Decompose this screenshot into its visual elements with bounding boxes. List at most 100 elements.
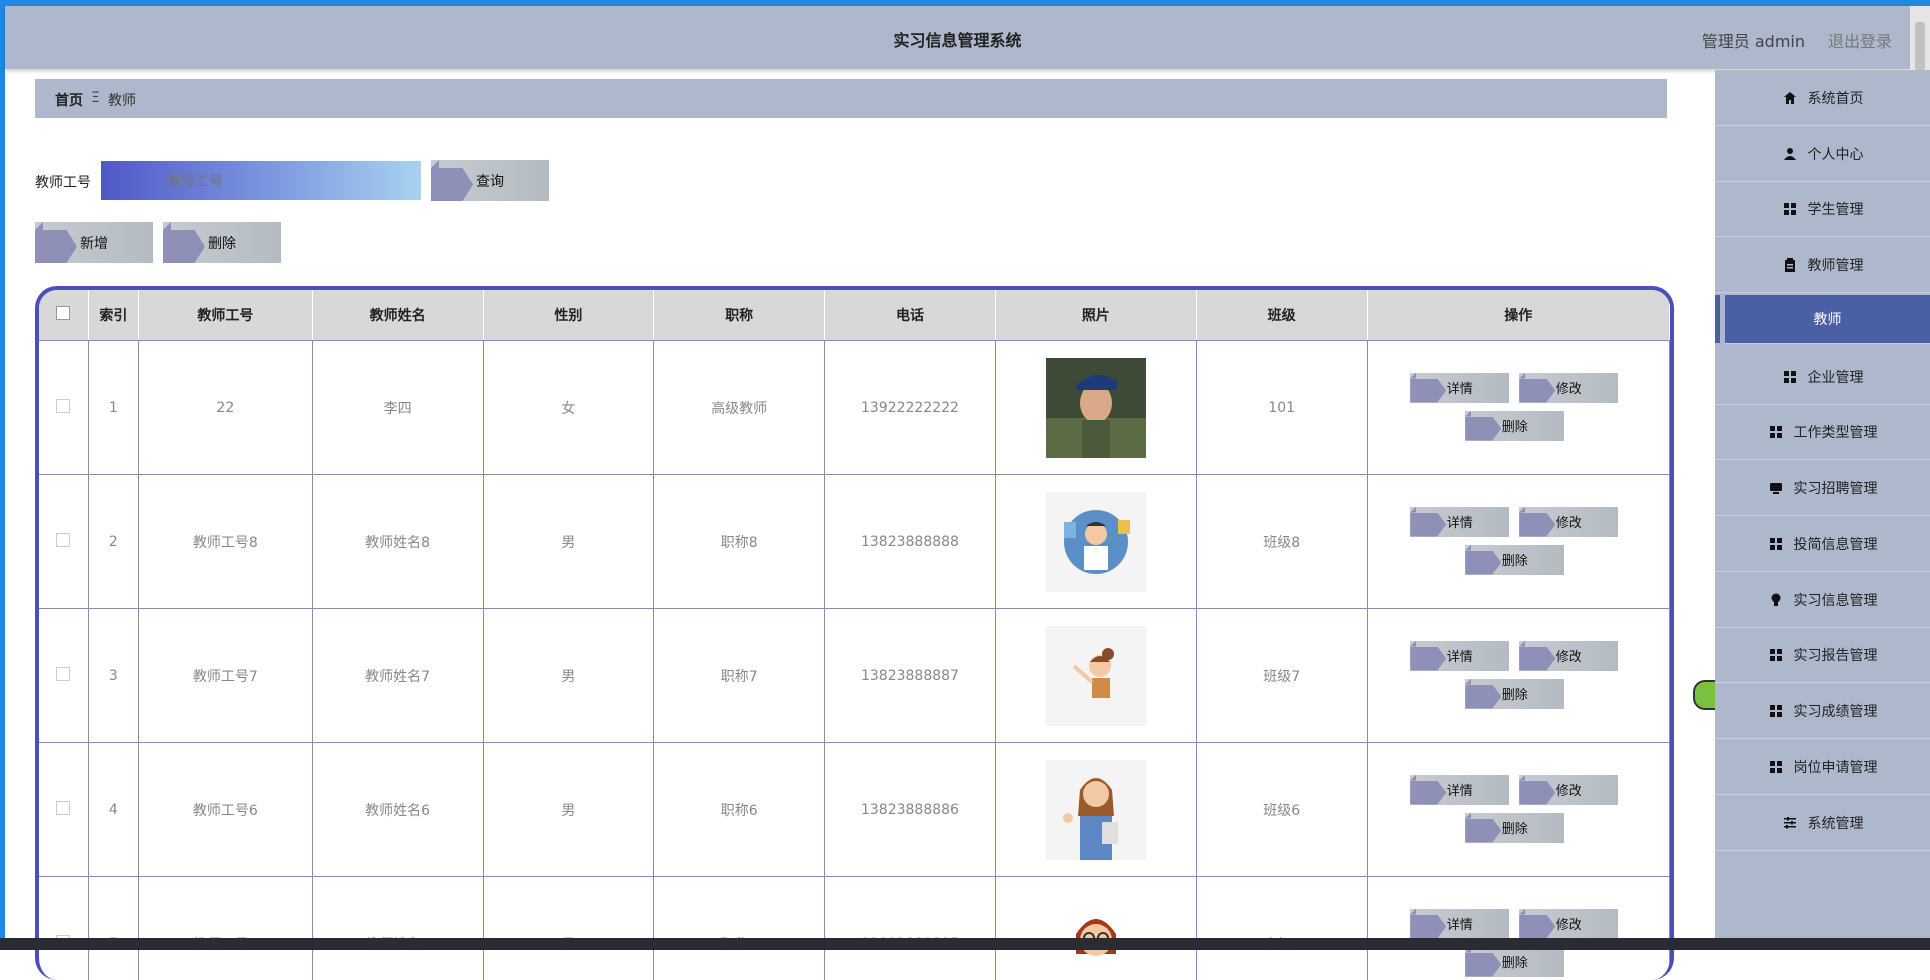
home-icon xyxy=(1782,90,1798,106)
sidebar-item-5[interactable]: 企业管理 xyxy=(1715,349,1930,405)
cell-teacher-name: 教师姓名6 xyxy=(312,743,483,877)
table-header-row: 索引 教师工号 教师姓名 性别 职称 电话 照片 班级 操作 xyxy=(39,290,1670,341)
sidebar-item-4[interactable]: 教师 xyxy=(1725,295,1930,344)
edit-button[interactable]: 修改 xyxy=(1519,775,1618,805)
select-all-checkbox-cell[interactable] xyxy=(39,290,88,341)
cell-class: 101 xyxy=(1196,341,1367,475)
sidebar-item-label: 投简信息管理 xyxy=(1794,534,1878,554)
teacher-photo-teacher-pointing xyxy=(1046,626,1146,726)
logout-link[interactable]: 退出登录 xyxy=(1828,28,1892,52)
grid-icon xyxy=(1768,703,1784,719)
breadcrumb-home[interactable]: 首页 xyxy=(55,90,83,110)
sidebar-item-9[interactable]: 实习信息管理 xyxy=(1715,572,1930,628)
cell-phone: 13823888886 xyxy=(825,743,996,877)
add-button[interactable]: 新增 xyxy=(35,222,153,263)
sidebar-item-10[interactable]: 实习报告管理 xyxy=(1715,627,1930,683)
row-checkbox-cell[interactable] xyxy=(39,475,88,609)
cell-title: 职称8 xyxy=(654,475,825,609)
cell-phone: 13823888887 xyxy=(825,609,996,743)
delete-button[interactable]: 删除 xyxy=(1465,947,1564,977)
table-row: 2教师工号8教师姓名8男职称813823888888班级8 详情 修改 删除 xyxy=(39,475,1670,609)
cell-index: 5 xyxy=(88,877,138,980)
detail-button[interactable]: 详情 xyxy=(1410,507,1509,537)
teacher-photo-soldier-portrait xyxy=(1046,358,1146,458)
cell-teacher-name: 教师姓名7 xyxy=(312,609,483,743)
sidebar-item-11[interactable]: 实习成绩管理 xyxy=(1715,683,1930,739)
cell-class: 班级7 xyxy=(1196,609,1367,743)
row-actions: 详情 修改 删除 xyxy=(1408,507,1628,577)
edit-button[interactable]: 修改 xyxy=(1519,507,1618,537)
breadcrumb-separator-icon: Ξ xyxy=(91,90,100,106)
sidebar-item-label: 岗位申请管理 xyxy=(1794,757,1878,777)
detail-button[interactable]: 详情 xyxy=(1410,373,1509,403)
sidebar-item-7[interactable]: 实习招聘管理 xyxy=(1715,460,1930,516)
sidebar-item-label: 实习报告管理 xyxy=(1794,645,1878,665)
taskbar xyxy=(0,938,1930,950)
cell-title: 高级教师 xyxy=(654,341,825,475)
delete-button[interactable]: 删除 xyxy=(1465,813,1564,843)
sidebar-item-label: 实习招聘管理 xyxy=(1794,478,1878,498)
sidebar-item-0[interactable]: 系统首页 xyxy=(1715,70,1930,126)
sidebar-item-8[interactable]: 投简信息管理 xyxy=(1715,516,1930,572)
grid-icon xyxy=(1768,536,1784,552)
row-checkbox-cell[interactable] xyxy=(39,877,88,980)
delete-button[interactable]: 删除 xyxy=(1465,411,1564,441)
cell-class: 班级8 xyxy=(1196,475,1367,609)
edit-button[interactable]: 修改 xyxy=(1519,641,1618,671)
cell-photo xyxy=(995,475,1196,609)
detail-button[interactable]: 详情 xyxy=(1410,909,1509,939)
grid-icon xyxy=(1768,647,1784,663)
column-header: 电话 xyxy=(825,290,996,341)
delete-button[interactable]: 删除 xyxy=(1465,679,1564,709)
page-scrollbar[interactable] xyxy=(1910,6,1930,70)
sidebar-item-label: 个人中心 xyxy=(1808,144,1864,164)
clipboard-icon xyxy=(1782,257,1798,273)
row-checkbox[interactable] xyxy=(56,533,70,547)
sidebar-item-12[interactable]: 岗位申请管理 xyxy=(1715,739,1930,795)
sidebar-menu: 系统首页个人中心学生管理教师管理教师企业管理工作类型管理实习招聘管理投简信息管理… xyxy=(1715,70,1930,940)
cell-teacher-name: 李四 xyxy=(312,341,483,475)
sidebar-item-2[interactable]: 学生管理 xyxy=(1715,181,1930,237)
cell-title: 职称6 xyxy=(654,743,825,877)
cell-teacher-id: 教师工号5 xyxy=(138,877,312,980)
sidebar-item-label: 教师管理 xyxy=(1808,255,1864,275)
row-checkbox-cell[interactable] xyxy=(39,743,88,877)
row-checkbox[interactable] xyxy=(56,399,70,413)
sidebar-item-13[interactable]: 系统管理 xyxy=(1715,795,1930,851)
search-label: 教师工号 xyxy=(35,172,91,192)
sidebar-item-1[interactable]: 个人中心 xyxy=(1715,126,1930,182)
batch-delete-button[interactable]: 删除 xyxy=(163,222,281,263)
query-button[interactable]: 查询 xyxy=(431,160,549,201)
search-input[interactable] xyxy=(101,161,421,200)
row-checkbox[interactable] xyxy=(56,667,70,681)
delete-button[interactable]: 删除 xyxy=(1465,545,1564,575)
sidebar-item-label: 实习成绩管理 xyxy=(1794,701,1878,721)
table-row: 5教师工号5教师姓名5男职称513823888885班级5 详情 修改 删除 xyxy=(39,877,1670,980)
edit-button[interactable]: 修改 xyxy=(1519,373,1618,403)
sidebar-item-6[interactable]: 工作类型管理 xyxy=(1715,404,1930,460)
detail-button[interactable]: 详情 xyxy=(1410,775,1509,805)
cell-phone: 13922222222 xyxy=(825,341,996,475)
row-checkbox-cell[interactable] xyxy=(39,341,88,475)
column-header: 性别 xyxy=(483,290,654,341)
sliders-icon xyxy=(1782,815,1798,831)
table-row: 3教师工号7教师姓名7男职称713823888887班级7 详情 修改 删除 xyxy=(39,609,1670,743)
teacher-photo-cartoon-glasses xyxy=(1046,894,1146,980)
row-checkbox[interactable] xyxy=(56,801,70,815)
user-icon xyxy=(1782,146,1798,162)
cell-photo xyxy=(995,341,1196,475)
cell-teacher-id: 22 xyxy=(138,341,312,475)
cell-photo xyxy=(995,609,1196,743)
sidebar-item-3[interactable]: 教师管理 xyxy=(1715,237,1930,293)
cell-index: 2 xyxy=(88,475,138,609)
row-checkbox-cell[interactable] xyxy=(39,609,88,743)
cell-title: 职称5 xyxy=(654,877,825,980)
edit-button[interactable]: 修改 xyxy=(1519,909,1618,939)
scrollbar-thumb[interactable] xyxy=(1915,22,1925,70)
column-header: 索引 xyxy=(88,290,138,341)
sidebar-item-label: 企业管理 xyxy=(1808,367,1864,387)
cell-teacher-name: 教师姓名5 xyxy=(312,877,483,980)
select-all-checkbox[interactable] xyxy=(56,306,70,320)
detail-button[interactable]: 详情 xyxy=(1410,641,1509,671)
app-title: 实习信息管理系统 xyxy=(5,27,1910,51)
